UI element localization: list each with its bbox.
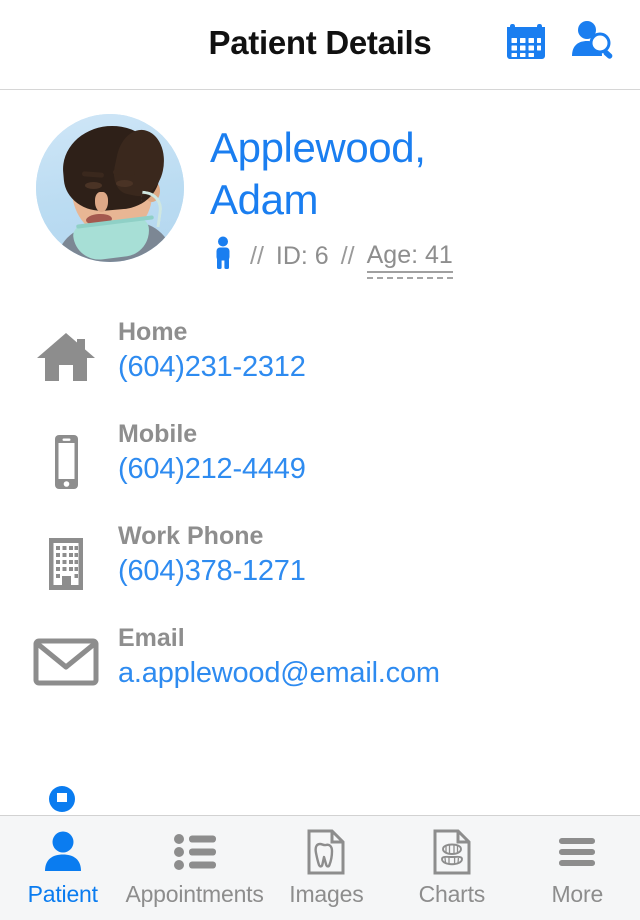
patient-meta: // ID: 6 // Age: 41	[210, 236, 500, 279]
contact-row-email[interactable]: Email a.applewood@email.com	[28, 623, 640, 699]
contact-text-work: Work Phone (604)378-1271	[104, 521, 306, 589]
contact-text-mobile: Mobile (604)212-4449	[104, 419, 306, 487]
patient-name: Applewood, Adam	[210, 124, 426, 223]
contact-value[interactable]: (604)378-1271	[118, 553, 306, 589]
patient-details-screen: Patient Details Applewood, Adam // ID: 6…	[0, 0, 640, 920]
document-teeth-icon	[431, 829, 473, 875]
tab-label-patient: Patient	[27, 880, 98, 907]
contact-row-home[interactable]: Home (604)231-2312	[28, 317, 640, 393]
contact-value[interactable]: (604)231-2312	[118, 349, 306, 385]
male-figure-icon	[210, 236, 236, 277]
patient-content-scroll[interactable]: Applewood, Adam // ID: 6 // Age: 41 Home…	[0, 90, 640, 815]
hamburger-icon	[555, 829, 599, 875]
contact-label: Home	[118, 318, 188, 346]
contact-text-home: Home (604)231-2312	[104, 317, 306, 385]
tab-charts[interactable]: Charts	[389, 816, 514, 920]
patient-id: ID: 6	[275, 242, 329, 270]
app-header: Patient Details	[0, 0, 640, 90]
tab-more[interactable]: More	[515, 816, 640, 920]
contact-value[interactable]: (604)212-4449	[118, 451, 306, 487]
person-icon	[40, 829, 86, 875]
home-icon	[28, 317, 104, 385]
building-icon	[28, 521, 104, 595]
patient-summary: Applewood, Adam // ID: 6 // Age: 41	[0, 90, 640, 279]
tab-appointments[interactable]: Appointments	[125, 816, 264, 920]
calendar-icon[interactable]	[504, 18, 548, 67]
tab-label-images: Images	[289, 880, 364, 907]
contact-list: Home (604)231-2312 Mobile (604)212-4449 …	[0, 277, 640, 699]
person-icon-partial	[36, 785, 88, 815]
tab-label-appointments: Appointments	[125, 880, 264, 907]
mobile-icon	[28, 419, 104, 493]
patient-search-icon[interactable]	[570, 18, 618, 67]
tab-label-more: More	[551, 880, 604, 907]
tab-label-charts: Charts	[418, 880, 486, 907]
contact-label: Email	[118, 624, 185, 652]
tab-images[interactable]: Images	[264, 816, 389, 920]
envelope-icon	[28, 623, 104, 687]
meta-separator-1: //	[250, 242, 264, 270]
header-actions	[504, 18, 618, 67]
list-icon	[172, 829, 218, 875]
contact-row-work[interactable]: Work Phone (604)378-1271	[28, 521, 640, 597]
contact-label: Work Phone	[118, 522, 264, 550]
contact-label: Mobile	[118, 420, 198, 448]
patient-age-field[interactable]: Age: 41	[366, 241, 453, 279]
patient-identity: Applewood, Adam // ID: 6 // Age: 41	[210, 114, 500, 279]
contact-row-mobile[interactable]: Mobile (604)212-4449	[28, 419, 640, 495]
avatar[interactable]	[36, 114, 184, 262]
bottom-tab-bar: Patient Appointments Images Charts More	[0, 815, 640, 920]
tab-patient[interactable]: Patient	[0, 816, 125, 920]
document-tooth-icon	[305, 829, 347, 875]
meta-separator-2: //	[340, 242, 355, 270]
contact-text-email: Email a.applewood@email.com	[104, 623, 440, 691]
contact-value[interactable]: a.applewood@email.com	[118, 655, 440, 691]
